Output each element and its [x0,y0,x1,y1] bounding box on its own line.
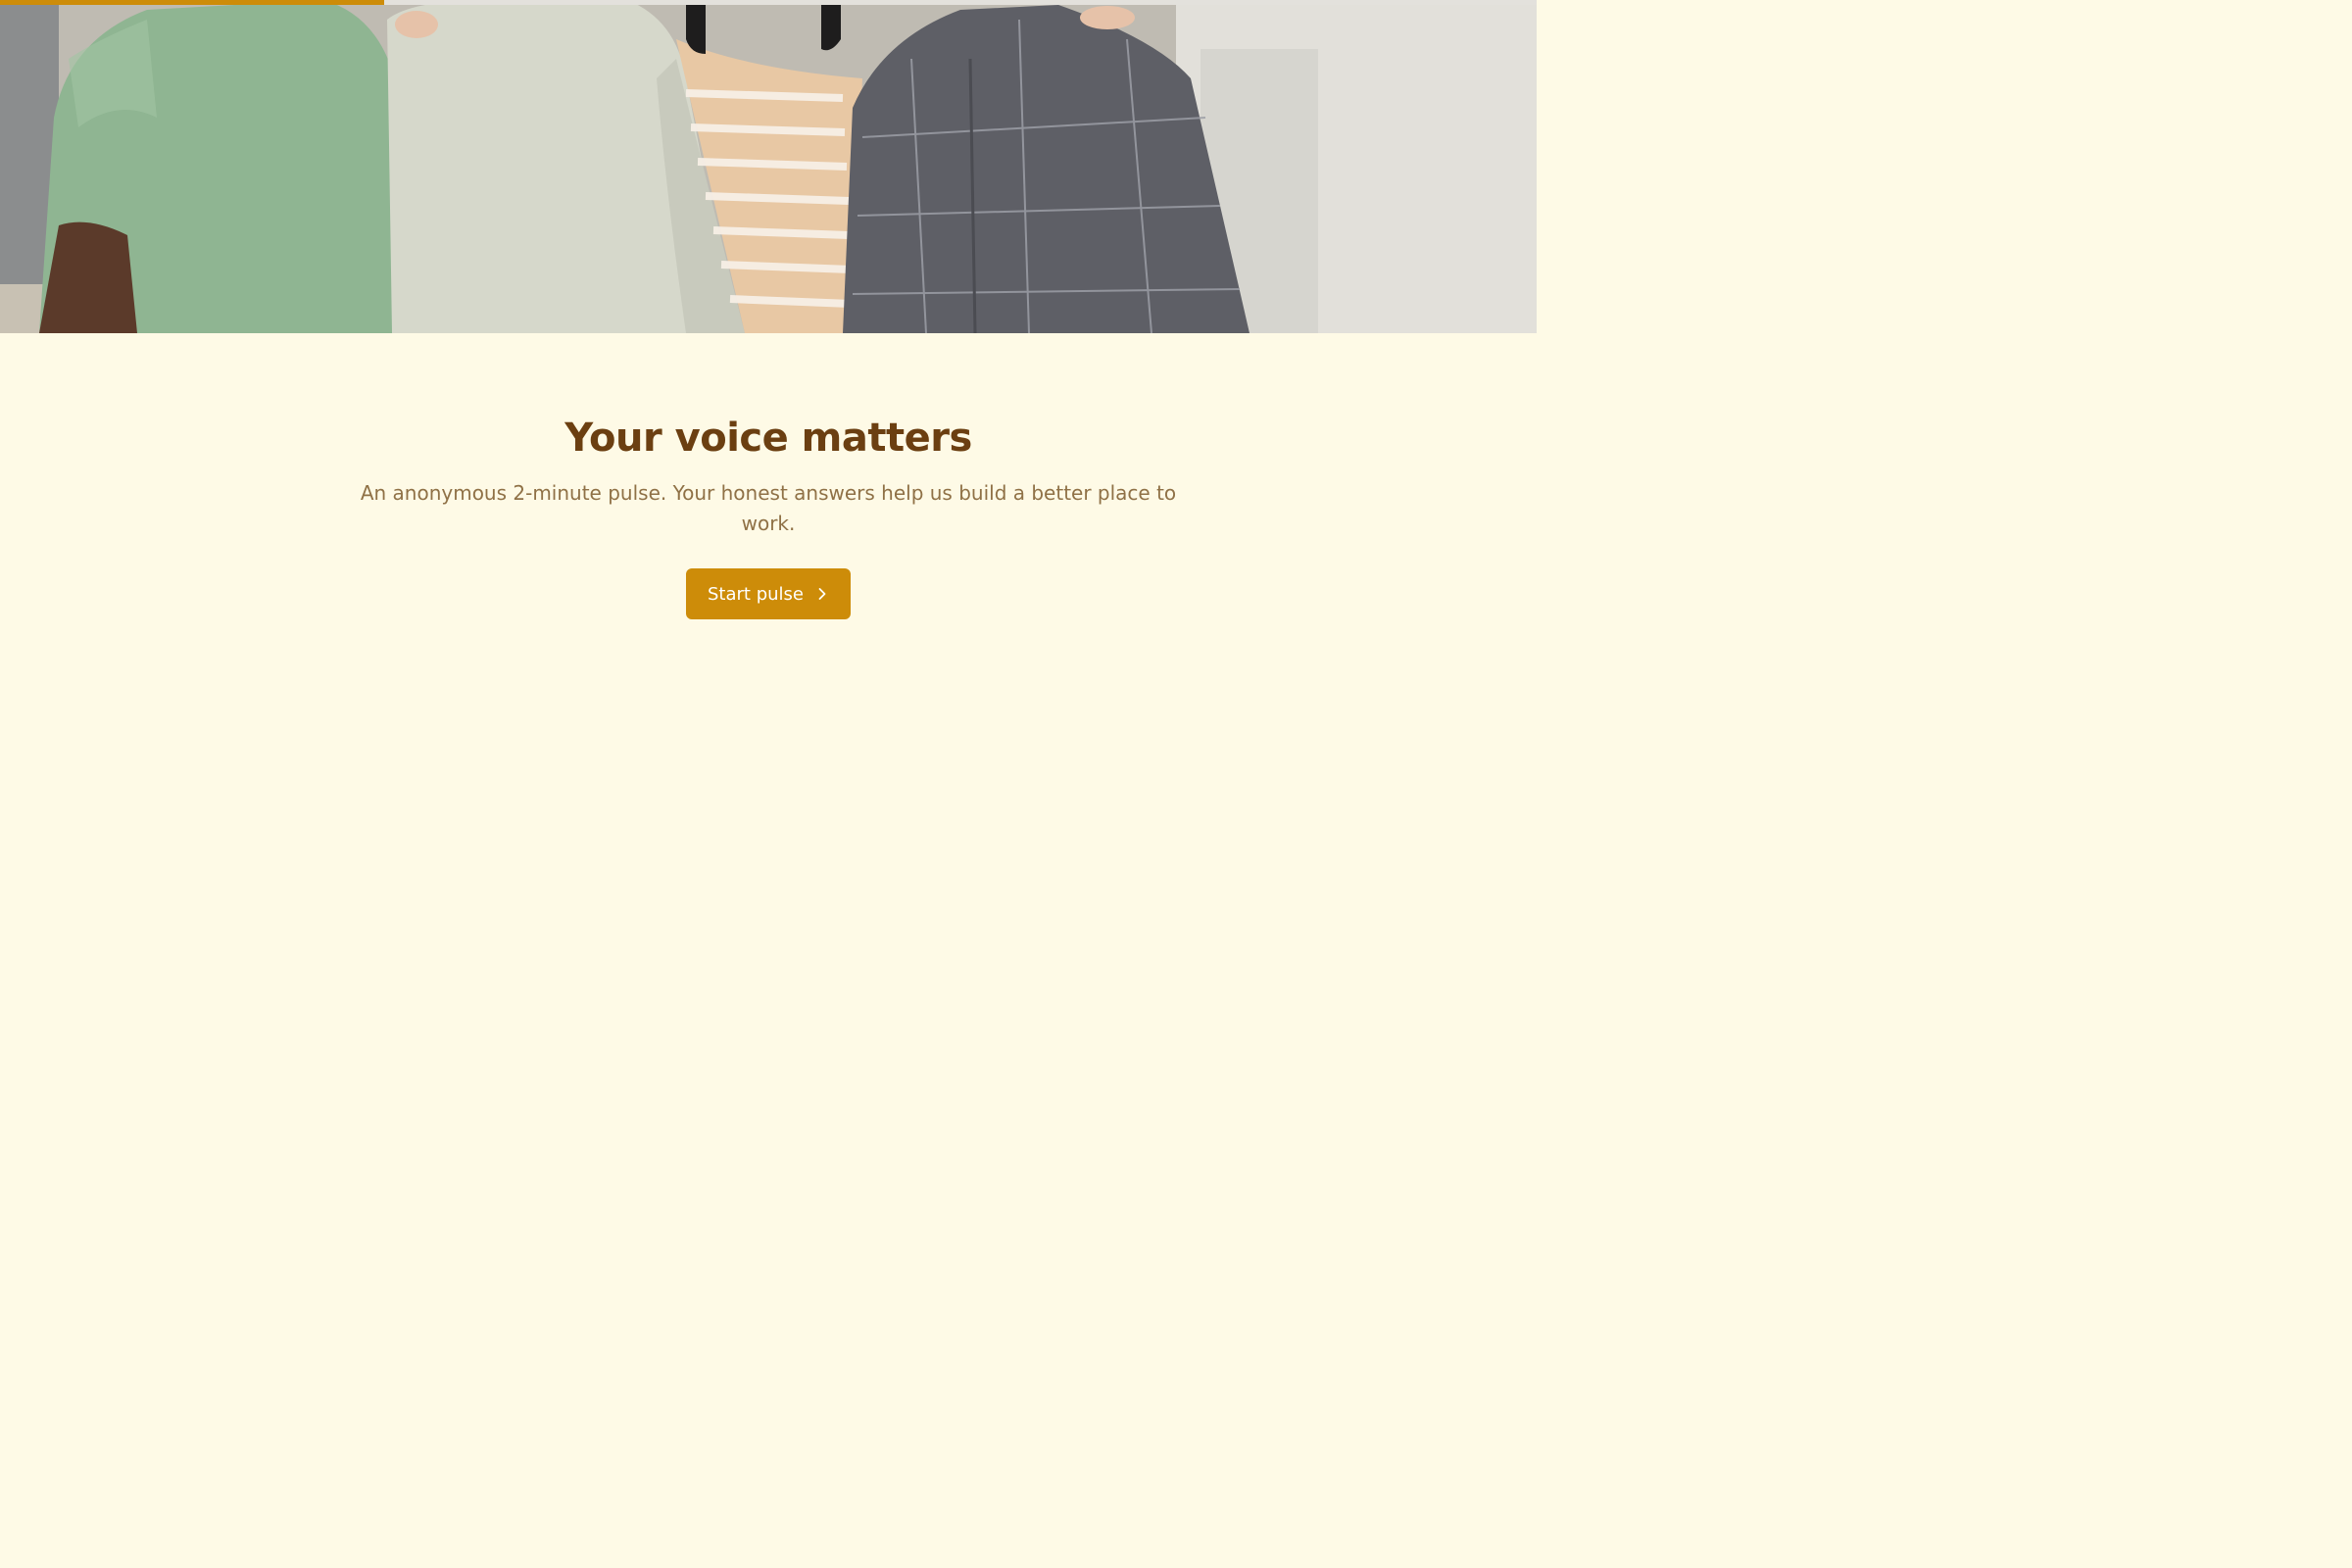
progress-bar [0,0,1537,5]
start-pulse-label: Start pulse [708,583,804,605]
welcome-section: Your voice matters An anonymous 2-minute… [0,333,1537,1024]
chevron-right-icon [818,588,826,600]
progress-bar-fill [0,0,384,5]
page-subtitle: An anonymous 2-minute pulse. Your honest… [360,481,1177,535]
page-title: Your voice matters [564,416,972,461]
hero-photo-illustration [0,0,1537,333]
hero-image [0,0,1537,333]
start-pulse-button[interactable]: Start pulse [686,568,851,619]
